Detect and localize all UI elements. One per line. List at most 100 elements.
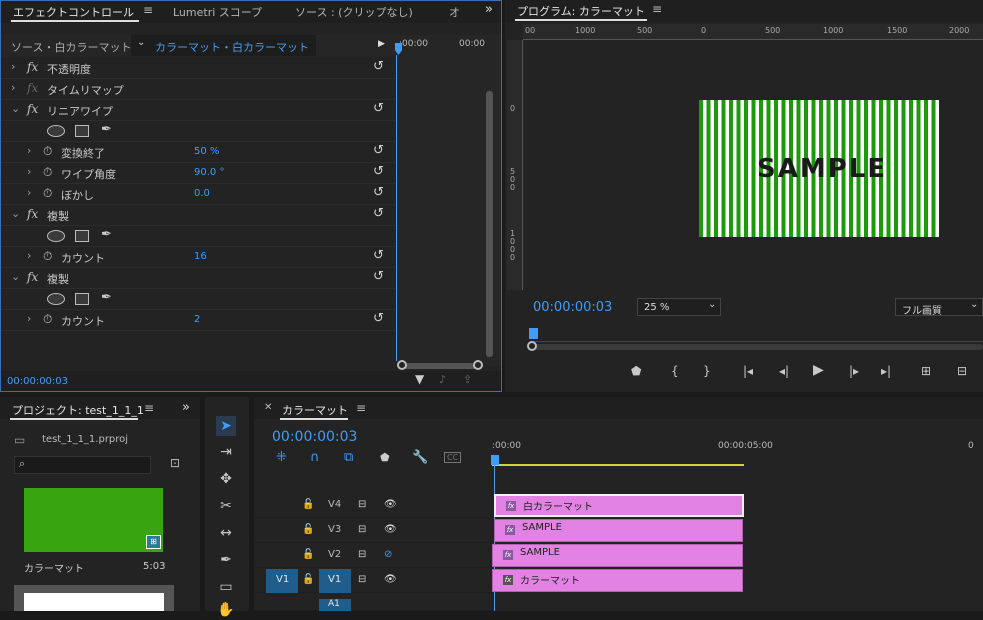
ec-playhead[interactable]	[395, 43, 402, 55]
program-scrub-bar[interactable]	[529, 328, 983, 342]
timeline-ruler[interactable]: :00:00 00:00:05:00 0	[492, 437, 983, 467]
eye-icon[interactable]: 👁	[384, 574, 397, 585]
step-forward-icon[interactable]: |▸	[849, 364, 859, 378]
go-to-in-icon[interactable]: |◂	[743, 364, 753, 378]
work-area-bar[interactable]	[492, 464, 744, 466]
program-timecode[interactable]: 00:00:00:03	[533, 300, 612, 315]
track-header-v3[interactable]: 🔓 V3 ⊟ 👁	[254, 519, 492, 543]
lock-icon[interactable]: 🔓	[302, 524, 314, 535]
track-header-v1[interactable]: V1 🔓 V1 ⊟ 👁	[254, 569, 492, 593]
row-count-2[interactable]: › ⏱ カウント 2 ↺	[1, 310, 395, 331]
program-zoom-handle[interactable]	[527, 341, 537, 351]
reset-icon[interactable]: ↺	[373, 59, 384, 74]
ec-zoom-handle-left[interactable]	[397, 360, 407, 370]
timeline-menu-icon[interactable]: ≡	[356, 401, 366, 415]
row-transition-completion[interactable]: › ⏱ 変換終了 50 % ↺	[1, 142, 395, 163]
panel-expand-icon[interactable]: »	[182, 400, 190, 415]
hand-tool-icon[interactable]: ✋	[216, 600, 236, 620]
reset-icon[interactable]: ↺	[373, 101, 384, 116]
ec-scrollbar[interactable]	[486, 91, 493, 357]
go-to-out-icon[interactable]: ▸|	[881, 364, 891, 378]
play-icon[interactable]: ▶	[813, 362, 824, 378]
lock-icon[interactable]: 🔓	[302, 499, 314, 510]
project-item-2[interactable]	[14, 585, 174, 611]
linked-selection-icon[interactable]: ⧉	[344, 450, 353, 465]
tab-overflow[interactable]: オ	[449, 4, 460, 20]
row-time-remap[interactable]: › fx タイムリマップ	[1, 79, 395, 100]
reset-icon[interactable]: ↺	[373, 164, 384, 179]
row-replicate-1[interactable]: ⌄ fx 複製 ↺	[1, 205, 395, 226]
stopwatch-icon[interactable]: ⏱	[43, 249, 52, 264]
razor-tool-icon[interactable]: ✂	[216, 496, 236, 516]
program-zoom-bar[interactable]	[529, 344, 983, 350]
add-marker-icon[interactable]: ⬟	[631, 364, 641, 378]
new-bin-icon[interactable]: ⊡	[170, 456, 180, 470]
eye-hidden-icon[interactable]: ⊘	[384, 549, 392, 560]
pen-mask-icon[interactable]: ✒	[101, 227, 112, 242]
ellipse-mask-icon[interactable]	[47, 125, 65, 137]
snap-icon[interactable]: ∩	[310, 450, 320, 465]
step-back-icon[interactable]: ◂|	[779, 364, 789, 378]
mark-out-icon[interactable]: }	[703, 364, 711, 378]
feather-value[interactable]: 0.0	[194, 188, 210, 199]
mark-in-icon[interactable]: {	[671, 364, 679, 378]
timeline-playhead[interactable]	[491, 455, 499, 465]
panel-expand-icon[interactable]: »	[485, 2, 493, 17]
audio-toggle-icon[interactable]: ♪	[439, 373, 446, 386]
track-header-v2[interactable]: 🔓 V2 ⊟ ⊘	[254, 544, 492, 568]
export-icon[interactable]: ⇪	[463, 373, 472, 386]
project-search-input[interactable]: ⌕	[14, 456, 151, 474]
ec-timecode[interactable]: 00:00:00:03	[7, 376, 68, 387]
stopwatch-icon[interactable]: ⏱	[43, 312, 52, 327]
reset-icon[interactable]: ↺	[373, 143, 384, 158]
program-playhead[interactable]	[529, 328, 538, 339]
reset-icon[interactable]: ↺	[373, 248, 384, 263]
clip-v3[interactable]: fx SAMPLE	[494, 519, 743, 542]
lock-icon[interactable]: 🔓	[302, 574, 314, 585]
sync-lock-icon[interactable]: ⊟	[358, 574, 366, 585]
clip-v2[interactable]: fx SAMPLE	[492, 544, 743, 567]
close-icon[interactable]: ✕	[264, 402, 272, 413]
transition-completion-value[interactable]: 50 %	[194, 146, 219, 157]
count-1-value[interactable]: 16	[194, 251, 207, 262]
timeline-title[interactable]: カラーマット	[282, 402, 348, 418]
project-menu-icon[interactable]: ≡	[144, 401, 154, 415]
stopwatch-icon[interactable]: ⏱	[43, 165, 52, 180]
sync-lock-icon[interactable]: ⊟	[358, 549, 366, 560]
clip-v4[interactable]: fx 白カラーマット	[494, 494, 744, 517]
captions-icon[interactable]: CC	[444, 452, 462, 463]
ellipse-mask-icon[interactable]	[47, 230, 65, 242]
zoom-select[interactable]: 25 % ⌄	[637, 298, 721, 316]
wipe-angle-value[interactable]: 90.0 °	[194, 167, 224, 178]
add-marker-icon[interactable]: ⬟	[380, 451, 390, 464]
stopwatch-icon[interactable]: ⏱	[43, 144, 52, 159]
track-header-v4[interactable]: 🔓 V4 ⊟ 👁	[254, 494, 492, 518]
play-clip-icon[interactable]: ▶	[378, 39, 385, 49]
pen-mask-icon[interactable]: ✒	[101, 290, 112, 305]
filter-icon[interactable]: ▼	[415, 372, 424, 386]
quality-select[interactable]: フル画質 ⌄	[895, 298, 983, 317]
eye-icon[interactable]: 👁	[384, 524, 397, 535]
program-viewer[interactable]: SAMPLE	[699, 100, 939, 237]
clip-selector[interactable]: ⌄ カラーマット・白カラーマット	[131, 35, 316, 56]
rect-mask-icon[interactable]	[75, 125, 89, 137]
program-title[interactable]: プログラム: カラーマット	[517, 3, 645, 19]
clip-v1[interactable]: fx カラーマット	[492, 569, 743, 592]
sync-lock-icon[interactable]: ⊟	[358, 524, 366, 535]
tab-effect-controls[interactable]: エフェクトコントロール	[13, 4, 134, 20]
sync-lock-icon[interactable]: ⊟	[358, 499, 366, 510]
ellipse-mask-icon[interactable]	[47, 293, 65, 305]
program-menu-icon[interactable]: ≡	[652, 2, 662, 16]
reset-icon[interactable]: ↺	[373, 311, 384, 326]
pen-tool-icon[interactable]: ✒	[216, 550, 236, 570]
rect-mask-icon[interactable]	[75, 293, 89, 305]
row-feather[interactable]: › ⏱ ぼかし 0.0 ↺	[1, 184, 395, 205]
rectangle-tool-icon[interactable]: ▭	[216, 577, 236, 597]
track-header-a1[interactable]: A1	[254, 596, 492, 611]
tab-lumetri-scopes[interactable]: Lumetri スコープ	[173, 4, 262, 20]
timeline-timecode[interactable]: 00:00:00:03	[272, 429, 357, 445]
tab-menu-icon[interactable]: ≡	[143, 3, 153, 17]
row-count-1[interactable]: › ⏱ カウント 16 ↺	[1, 247, 395, 268]
tab-source[interactable]: ソース : (クリップなし)	[295, 4, 413, 20]
rect-mask-icon[interactable]	[75, 230, 89, 242]
